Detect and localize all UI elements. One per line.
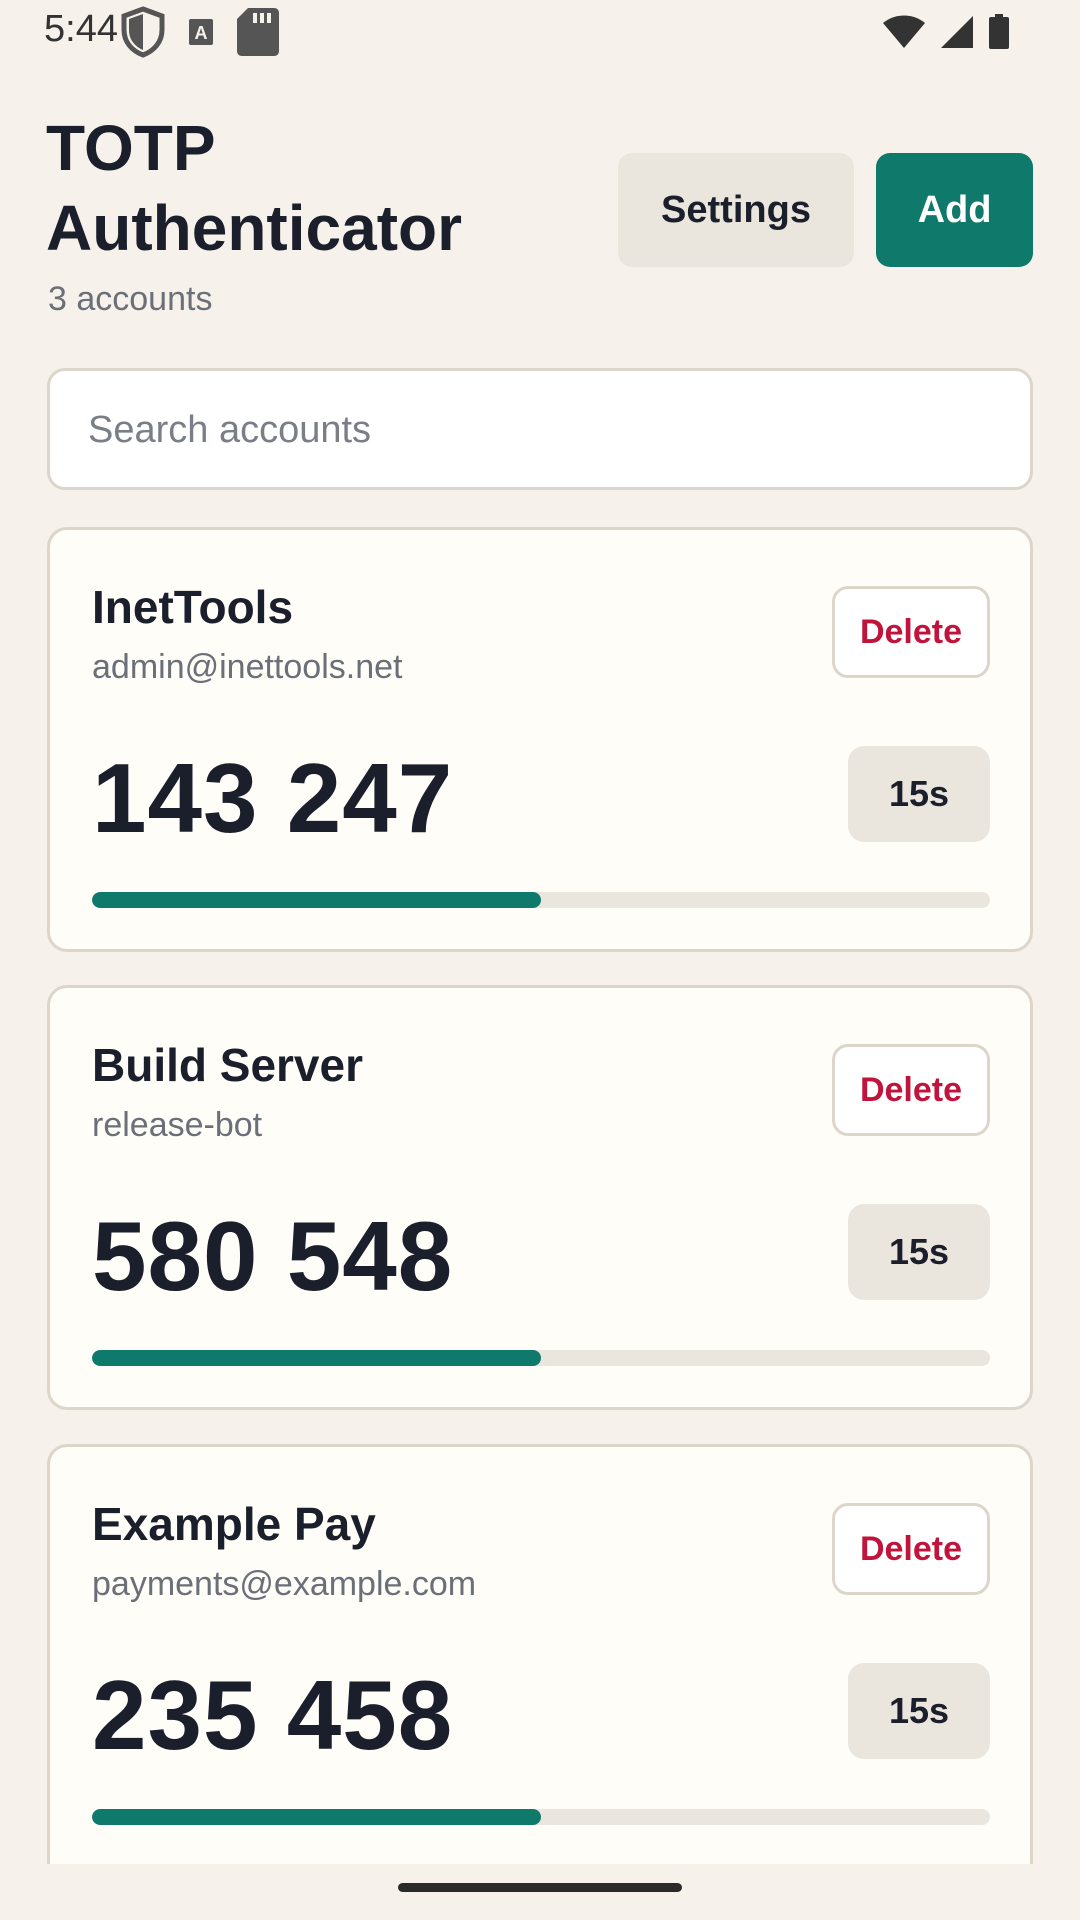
totp-code[interactable]: 143 247 (92, 742, 453, 855)
account-issuer: Example Pay (92, 1498, 376, 1550)
cellular-signal-icon (941, 16, 973, 48)
shield-icon (121, 6, 165, 58)
settings-button[interactable]: Settings (618, 153, 854, 267)
countdown-progress-track (92, 1809, 990, 1825)
svg-text:A: A (195, 23, 208, 43)
countdown-progress-track (92, 892, 990, 908)
account-card: Example Pay payments@example.com Delete … (47, 1444, 1033, 1864)
status-bar: 5:44 A (0, 0, 1080, 64)
account-card: Build Server release-bot Delete 580 548 … (47, 985, 1033, 1410)
font-a-icon: A (189, 19, 213, 45)
countdown-progress-track (92, 1350, 990, 1366)
countdown-progress-fill (92, 1350, 541, 1366)
totp-code[interactable]: 580 548 (92, 1200, 453, 1313)
account-name: release-bot (92, 1106, 263, 1144)
account-card: InetTools admin@inettools.net Delete 143… (47, 527, 1033, 952)
search-input[interactable] (86, 371, 1000, 489)
account-name: payments@example.com (92, 1565, 477, 1603)
battery-icon (989, 14, 1009, 49)
status-left-icons: A (120, 6, 280, 58)
delete-account-button[interactable]: Delete (832, 1044, 990, 1136)
account-issuer: InetTools (92, 581, 294, 633)
countdown-badge: 15s (848, 746, 990, 842)
countdown-progress-fill (92, 892, 541, 908)
add-account-button[interactable]: Add (876, 153, 1033, 267)
page-title: TOTP Authenticator (46, 112, 462, 264)
gesture-nav-handle[interactable] (398, 1883, 682, 1892)
countdown-badge: 15s (848, 1663, 990, 1759)
countdown-progress-fill (92, 1809, 541, 1825)
countdown-badge: 15s (848, 1204, 990, 1300)
status-time: 5:44 (44, 8, 118, 50)
wifi-icon (883, 15, 925, 48)
search-box (47, 368, 1033, 490)
totp-code[interactable]: 235 458 (92, 1659, 453, 1772)
account-count: 3 accounts (48, 280, 213, 318)
sd-card-icon (237, 8, 279, 56)
account-name: admin@inettools.net (92, 648, 403, 686)
status-right-icons (882, 10, 1010, 54)
delete-account-button[interactable]: Delete (832, 1503, 990, 1595)
delete-account-button[interactable]: Delete (832, 586, 990, 678)
account-issuer: Build Server (92, 1039, 363, 1091)
